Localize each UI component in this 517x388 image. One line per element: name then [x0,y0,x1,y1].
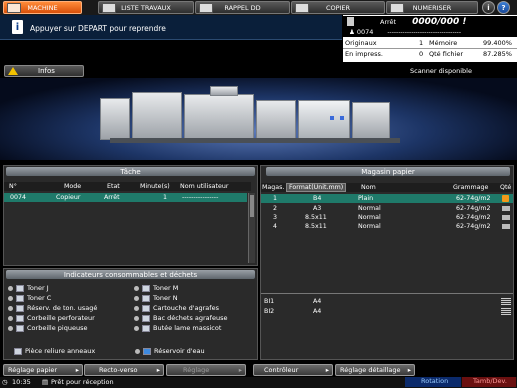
info-icon: i [487,3,490,12]
controller-button[interactable]: Contrôleur ▸ [253,364,333,376]
status-dot-icon [8,285,13,291]
status-dot-icon [134,295,139,301]
water-tank: Réservoir d'eau [135,347,205,355]
paper-setting-button[interactable]: Réglage papier ▸ [3,364,83,376]
staple-bin-icon [16,324,24,332]
machine-icon [7,3,21,13]
bypass-tray-row-2[interactable]: BI2 A4 [261,307,513,316]
toner-icon [16,284,24,292]
tray-level-icon [502,224,510,229]
staple-cartridge-icon [142,304,150,312]
arrow-right-icon: ▸ [75,366,79,374]
help-icon: ? [501,3,506,12]
file-qty-value: 87.285% [483,50,512,58]
originals-value: 1 [419,39,424,47]
rotation-indicator: Rotation [405,377,461,387]
paper-tray-row-2[interactable]: 2 A3 Normal 62-74g/m2 [261,204,513,213]
paper-tray-row-4[interactable]: 4 8.5x11 Normal 62-74g/m2 [261,222,513,231]
paper-header: Magas. Format(Unit.mm) Nom Grammage Qté [261,183,513,192]
status-dot-icon [135,348,140,354]
bypass-tray-row-1[interactable]: BI1 A4 [261,297,513,306]
status-bar: ◷ 10:35 ▤ Prêt pour réception Rotation T… [0,377,517,388]
scan-icon [390,3,404,13]
clock-icon: ◷ [2,378,8,386]
divider [261,293,513,294]
machine-illustration [0,78,517,160]
tab-job-list[interactable]: LISTE TRAVAUX [98,1,194,14]
toner-icon [142,284,150,292]
tray-level-icon [501,298,511,305]
info-round-button[interactable]: i [482,1,495,14]
ring-binder-icon [14,347,22,355]
counter: 0000/000 ! [412,16,467,27]
info-icon: i [12,20,23,34]
tray-level-icon [502,206,510,211]
job-id: 0074 [356,28,374,36]
info-button[interactable]: Infos [4,65,84,77]
help-button[interactable]: ? [497,1,510,14]
file-qty-label: Qté fichier [429,50,463,58]
tab-scan[interactable]: NUMERISER [386,1,478,14]
consumables-list: Toner J Toner C Réserv. de ton. usagé Co… [6,282,255,338]
ring-binding-part: Pièce reliure anneaux [14,347,95,355]
arrow-right-icon: ▸ [156,366,160,374]
tab-hdd-recall[interactable]: RAPPEL DD [195,1,290,14]
in-print-value: 0 [419,50,424,58]
memory-label: Mémoire [429,39,458,47]
status-dot-icon [134,285,139,291]
tab-copy[interactable]: COPIER [291,1,385,14]
status-dot-icon [134,325,139,331]
arrow-right-icon: ▸ [407,366,411,374]
detailed-setting-button[interactable]: Réglage détaillage ▸ [335,364,415,376]
status-dot-icon [8,325,13,331]
toner-icon [142,294,150,302]
tab-machine[interactable]: MACHINE [3,1,82,14]
paper-tray-row-1[interactable]: 1 B4 Plain 62-74g/m2 [261,194,513,203]
consumables-title: Indicateurs consommables et déchets [6,270,255,279]
adjustment-button[interactable]: Réglage ▸ [166,364,246,376]
machine-state: Arrêt [380,17,397,26]
tray-level-icon [501,308,511,315]
printer-icon [347,17,354,26]
paper-tray-row-3[interactable]: 3 8.5x11 Normal 62-74g/m2 [261,213,513,222]
task-panel-title: Tâche [6,167,255,176]
trimmer-blade-icon [142,324,150,332]
task-scrollbar[interactable] [248,193,255,263]
waste-toner-icon [16,304,24,312]
staple-waste-icon [142,314,150,322]
copy-icon [295,3,309,13]
status-dot-icon [8,295,13,301]
in-print-label: En impress. [345,50,383,58]
tray-level-icon [502,215,510,220]
arrow-right-icon: ▸ [238,366,242,374]
scanner-status: Scanner disponible [410,67,472,75]
paper-panel-title: Magasin papier [266,167,510,176]
status-dot-icon [8,315,13,321]
drum-dev-indicator: Tamb/Dev. [462,377,516,387]
hdd-icon [199,3,213,13]
status-dot-icon [8,305,13,311]
originals-label: Originaux [345,39,377,47]
arrow-right-icon: ▸ [325,366,329,374]
list-icon [102,3,116,13]
punch-bin-icon [16,314,24,322]
printer-icon: ▤ [42,378,49,386]
memory-value: 99.400% [483,39,512,47]
status-dot-icon [134,315,139,321]
message-text: Appuyer sur DEPART pour reprendre [30,24,166,33]
water-tank-icon [143,347,151,355]
print-ready-text: Prêt pour réception [51,378,114,386]
task-panel [3,165,258,266]
toner-icon [16,294,24,302]
duplex-button[interactable]: Recto-verso ▸ [84,364,164,376]
user-icon: ♟ [349,28,355,36]
machine-status-panel: Arrêt 0000/000 ! ♟ 0074 ----------------… [343,15,517,62]
clock-time: 10:35 [12,378,31,386]
job-dashes: ---------------------------------- [387,28,461,36]
table-row[interactable]: 0074 Copieur Arrêt 1 ---------------- [4,193,247,202]
task-header: N° Mode Etat Minute(s) Nom utilisateur [4,182,251,191]
warning-icon [8,67,18,75]
status-dot-icon [134,305,139,311]
tray-level-icon [502,195,509,202]
